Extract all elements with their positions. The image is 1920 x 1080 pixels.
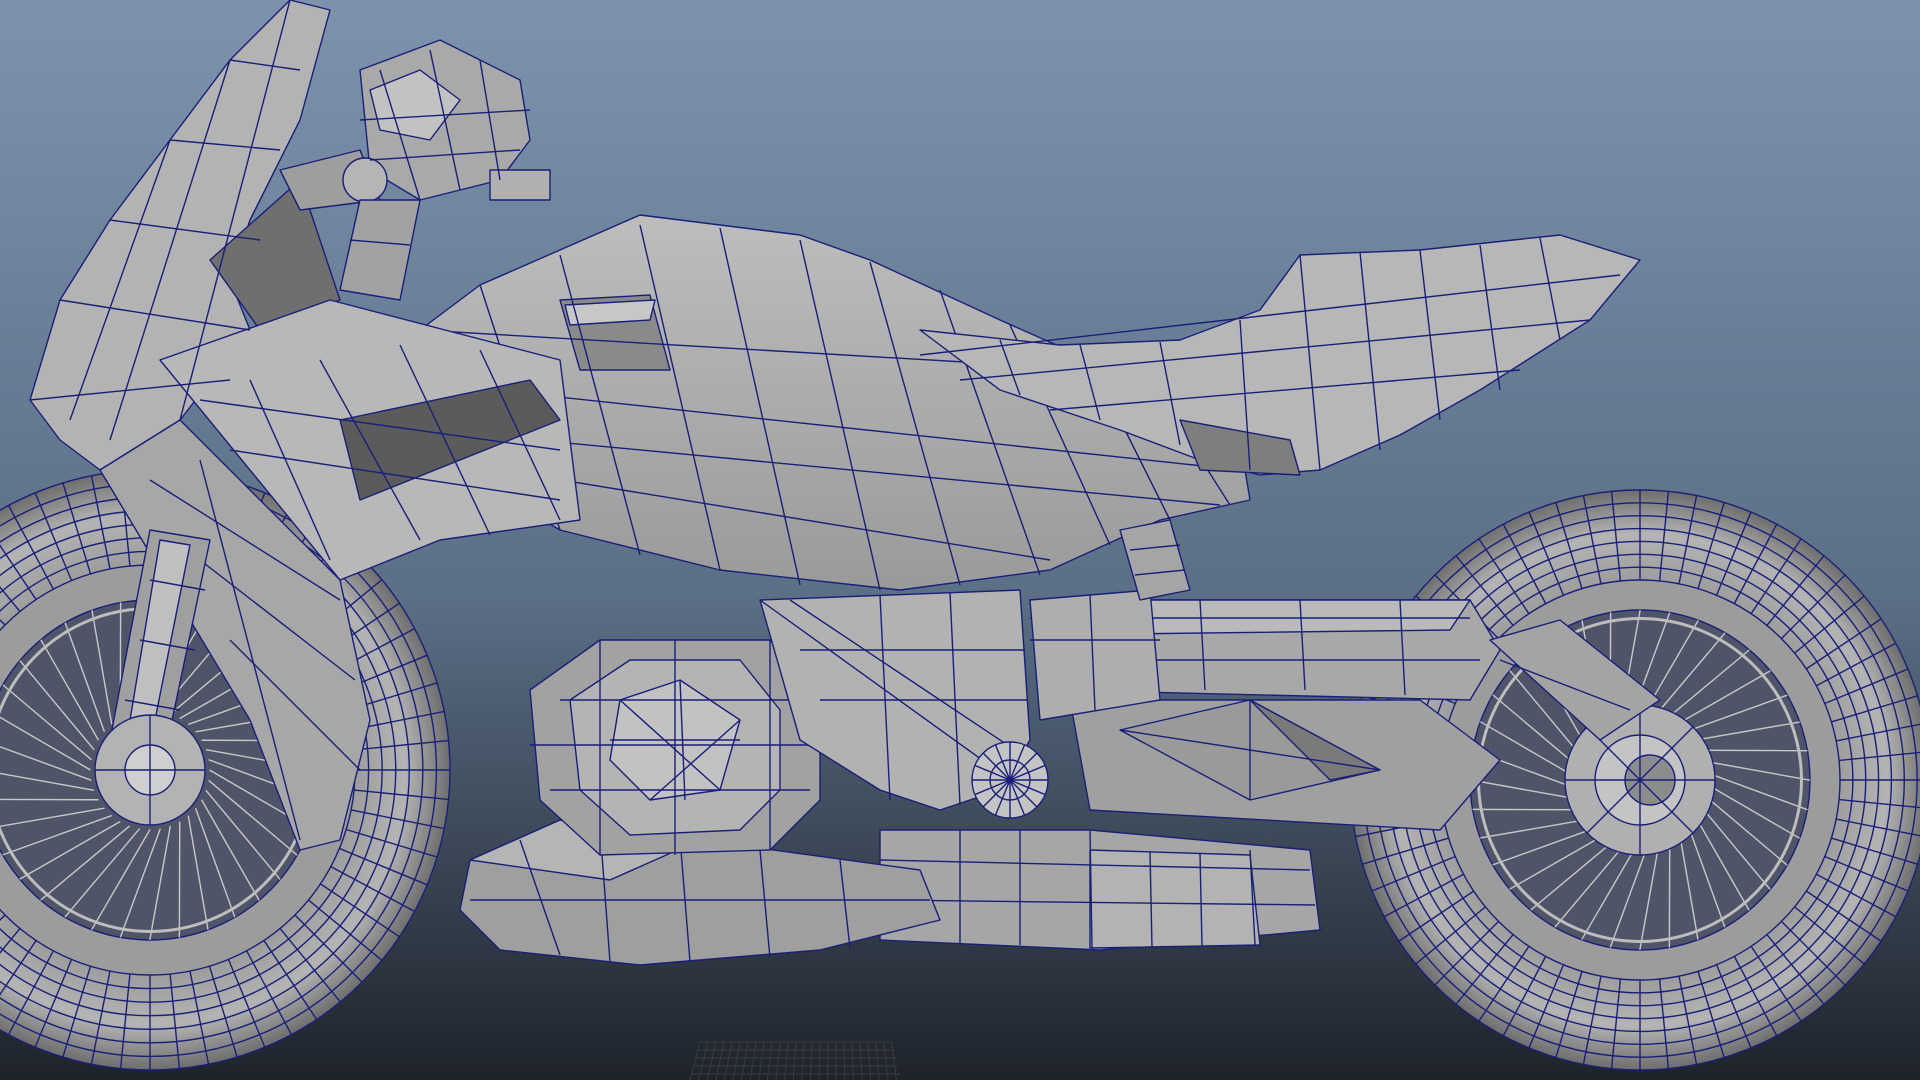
viewport-canvas[interactable] [0,0,1920,1080]
front-hub[interactable] [94,714,206,826]
engine-block[interactable] [529,639,821,856]
viewport-3d[interactable] [0,0,1920,1080]
drive-sprocket[interactable] [971,741,1049,819]
exhaust-pipe[interactable] [879,829,1321,951]
